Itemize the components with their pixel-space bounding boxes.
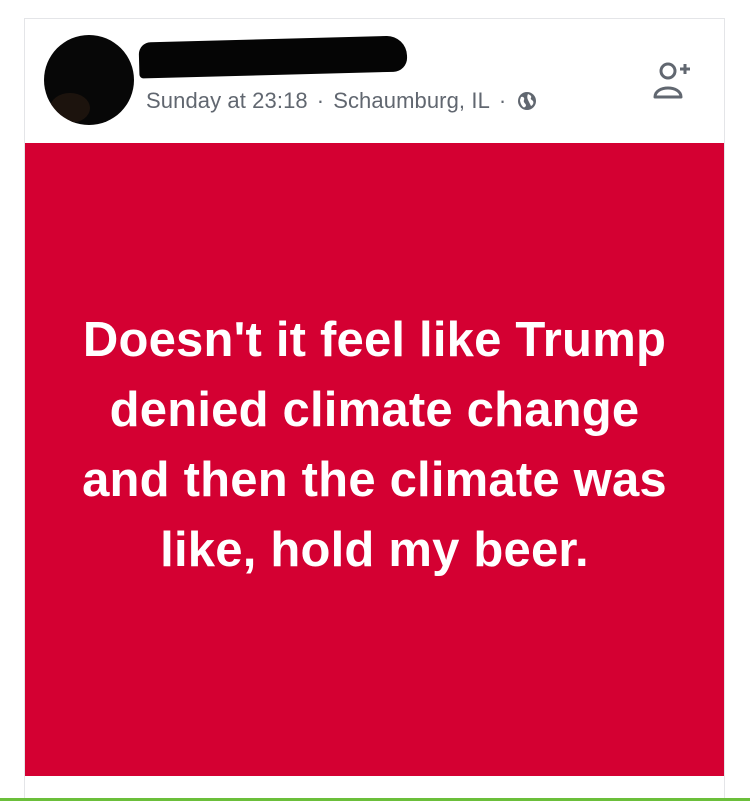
redacted-author-name [138,35,408,79]
post-header: Sunday at 23:18 · Schaumburg, IL · [25,19,724,143]
screenshot-frame: Sunday at 23:18 · Schaumburg, IL · Doesn… [0,0,750,802]
post-text-background: Doesn't it feel like Trump denied climat… [25,143,724,776]
meta-separator: · [498,88,507,113]
profile-avatar[interactable] [44,35,134,125]
post-timestamp[interactable]: Sunday at 23:18 [146,88,308,114]
globe-icon[interactable] [517,91,537,111]
post-meta: Sunday at 23:18 · Schaumburg, IL · [146,88,537,114]
post-text: Doesn't it feel like Trump denied climat… [82,312,667,577]
redacted-author-name-fragment [143,65,153,73]
meta-separator: · [316,88,325,113]
post-location[interactable]: Schaumburg, IL [333,88,490,114]
add-friend-icon[interactable] [652,61,692,101]
facebook-post-card: Sunday at 23:18 · Schaumburg, IL · Doesn… [24,18,725,802]
